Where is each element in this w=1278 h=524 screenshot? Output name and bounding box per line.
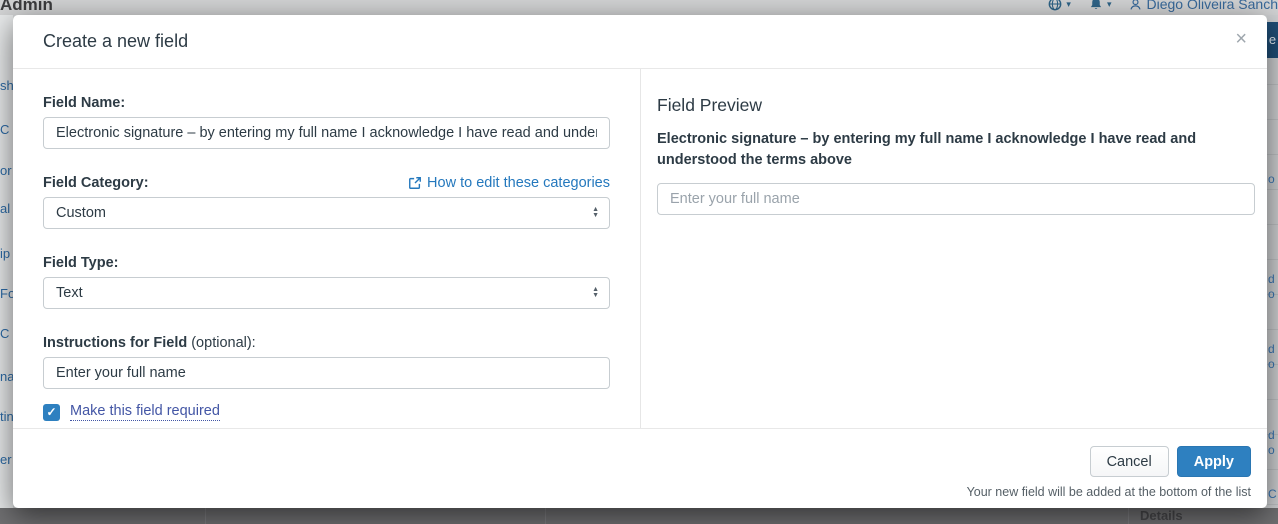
field-category-select[interactable]: Custom ▲▼ [43,197,610,229]
preview-heading: Field Preview [657,95,1255,116]
user-menu[interactable]: Diego Oliveira Sanch [1129,0,1278,12]
optional-suffix: (optional): [187,335,256,351]
admin-top-bar: Admin ▾ ▾ [0,0,1278,15]
dimmed-table-strip: odododoC [1267,15,1278,508]
table-column-divider [545,508,546,524]
create-field-modal: Create a new field × Field Name: Field C… [13,15,1267,508]
close-icon[interactable]: × [1235,29,1247,49]
preview-input[interactable] [657,183,1255,215]
bell-icon [1089,0,1103,11]
dimmed-page-button-fragment: e [1267,22,1278,58]
edit-categories-link-label: How to edit these categories [427,175,610,191]
user-icon [1129,0,1142,11]
sidebar-item-fragment: Fo [0,286,13,301]
sidebar-item-fragment: tin [0,409,13,424]
sidebar-item-fragment: C [0,326,9,341]
dimmed-sidebar-strip: shl Cor al ip Fo Cna tin er [0,15,13,508]
table-cell-fragment: d [1268,428,1275,442]
select-arrows-icon: ▲▼ [592,207,599,219]
dimmed-page-bottom: Details [0,508,1278,524]
notifications-menu[interactable]: ▾ [1089,0,1112,11]
external-link-icon [408,176,422,190]
page-title: Admin [0,0,53,15]
table-column-divider [1128,508,1129,524]
field-type-selected-value: Text [56,285,83,301]
select-arrows-icon: ▲▼ [592,287,599,299]
chevron-down-icon: ▾ [1107,0,1112,10]
chevron-down-icon: ▾ [1066,0,1071,10]
cancel-button[interactable]: Cancel [1090,446,1169,477]
edit-categories-link[interactable]: How to edit these categories [408,175,610,191]
field-name-label: Field Name: [43,95,610,111]
apply-button[interactable]: Apply [1177,446,1251,477]
field-category-label: Field Category: [43,175,149,191]
field-name-block: Field Name: [43,95,610,149]
footer-note: Your new field will be added at the bott… [967,485,1251,499]
details-column-header: Details [1140,508,1183,523]
modal-footer: Cancel Apply Your new field will be adde… [13,429,1267,508]
sidebar-item-fragment: or [0,163,12,178]
modal-title: Create a new field [43,31,188,52]
sidebar-item-fragment: ip [0,246,10,261]
required-checkbox[interactable]: ✓ [43,404,60,421]
table-cell-fragment: d [1268,342,1275,356]
table-cell-fragment: o [1268,443,1275,457]
table-cell-fragment: o [1268,287,1275,301]
field-type-block: Field Type: Text ▲▼ [43,255,610,309]
required-checkbox-label[interactable]: Make this field required [70,403,220,421]
table-cell-fragment: o [1268,172,1275,186]
sidebar-item-fragment: er [0,452,12,467]
table-cell-fragment: o [1268,357,1275,371]
field-category-block: Field Category: How to edit these catego… [43,175,610,229]
field-type-select[interactable]: Text ▲▼ [43,277,610,309]
field-type-label: Field Type: [43,255,610,271]
required-checkbox-row: ✓ Make this field required [43,403,610,421]
field-preview-panel: Field Preview Electronic signature – by … [641,69,1267,428]
instructions-label: Instructions for Field (optional): [43,335,610,351]
field-name-input[interactable] [43,117,610,149]
sidebar-item-fragment: na [0,369,13,384]
preview-field-label: Electronic signature – by entering my fu… [657,129,1249,171]
field-category-selected-value: Custom [56,205,106,221]
field-form-panel: Field Name: Field Category: [13,69,641,428]
table-column-divider [205,508,206,524]
table-cell-fragment: C [1268,487,1277,501]
user-name: Diego Oliveira Sanch [1146,0,1278,12]
sidebar-item-fragment: C [0,122,9,137]
modal-header: Create a new field × [13,15,1267,69]
language-menu[interactable]: ▾ [1048,0,1071,11]
table-cell-fragment: d [1268,272,1275,286]
sidebar-item-fragment: shl [0,78,13,93]
globe-icon [1048,0,1062,11]
instructions-block: Instructions for Field (optional): [43,335,610,389]
instructions-input[interactable] [43,357,610,389]
sidebar-item-fragment: al [0,201,10,216]
